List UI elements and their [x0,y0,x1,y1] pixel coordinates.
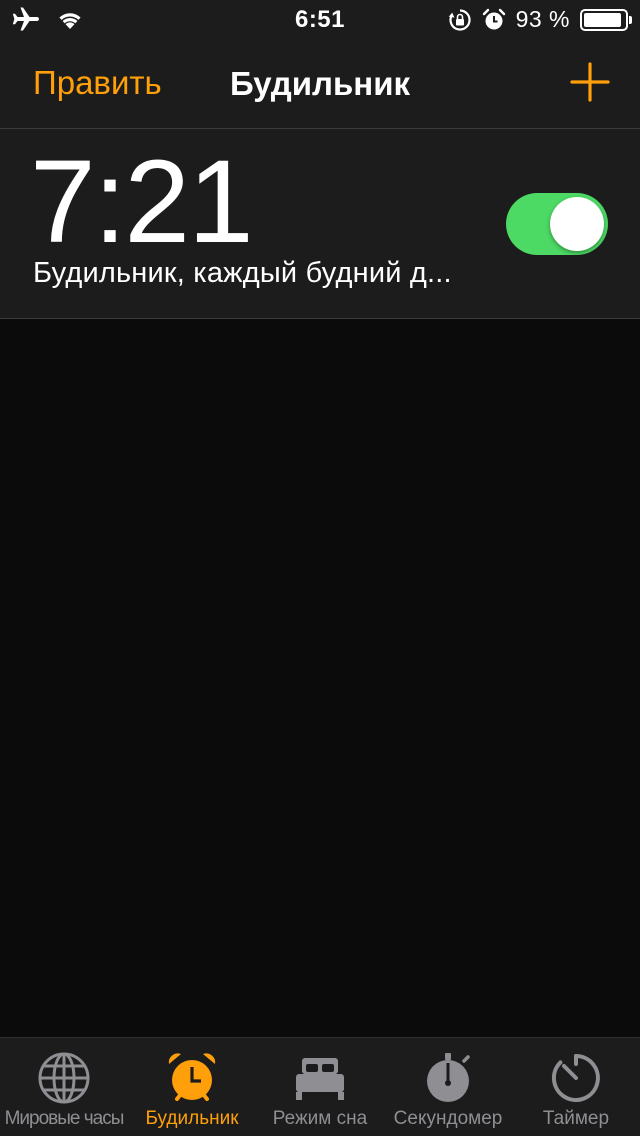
tab-label: Таймер [542,1108,610,1129]
timer-icon [551,1054,600,1102]
nav-bar: Править Будильник [0,40,640,129]
tab-bedtime[interactable]: Режим сна [256,1038,384,1136]
tab-label: Будильник [145,1108,239,1129]
tab-label: Секундомер [393,1108,503,1129]
toggle-knob [550,197,604,251]
bed-icon [296,1058,344,1100]
tab-timer[interactable]: Таймер [512,1038,640,1136]
status-bar: 6:51 93 % [0,0,640,40]
tab-bar: Мировые часы Будильник Режим сна Секундо… [0,1037,640,1136]
tab-alarm[interactable]: Будильник [128,1038,256,1136]
orientation-lock-icon [448,8,471,31]
tab-label: Мировые часы [4,1108,125,1129]
alarm-row[interactable]: 7:21 Будильник, каждый будний д... [0,129,640,319]
alarm-time: 7:21 [30,136,254,268]
alarm-clock-icon [168,1053,216,1101]
tab-world-clock[interactable]: Мировые часы [0,1038,128,1136]
alarm-label: Будильник, каждый будний д... [33,257,452,289]
battery-icon [580,8,632,31]
globe-icon [38,1052,90,1104]
alarm-toggle[interactable] [506,193,608,255]
tab-label: Режим сна [272,1108,368,1129]
tab-stopwatch[interactable]: Секундомер [384,1038,512,1136]
alarm-icon [482,8,505,29]
plus-icon[interactable] [570,62,610,102]
page-title: Будильник [229,65,411,102]
status-right: 93 % [448,6,632,33]
battery-fill [584,12,622,27]
battery-percent: 93 % [515,6,570,32]
stopwatch-icon [427,1053,470,1102]
